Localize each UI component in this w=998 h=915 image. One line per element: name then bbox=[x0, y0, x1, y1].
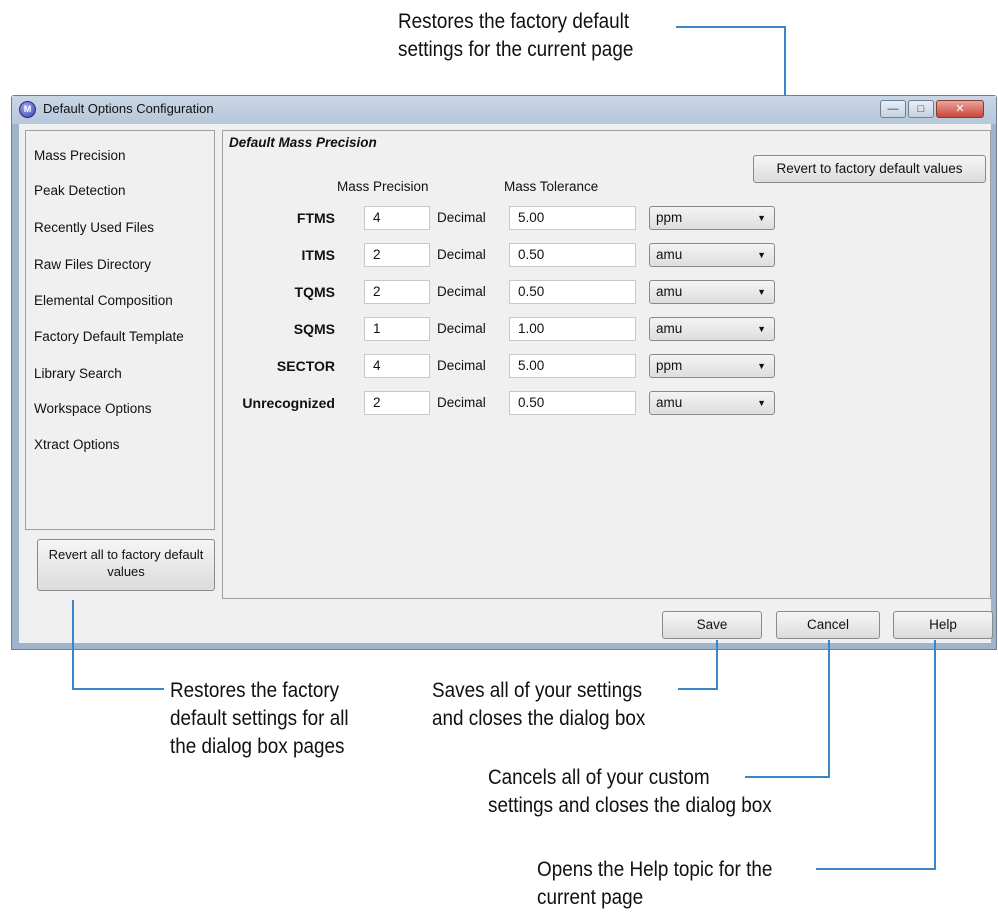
revert-all-button[interactable]: Revert all to factory default values bbox=[37, 539, 215, 591]
sidebar-item-peak-detection[interactable]: Peak Detection bbox=[34, 183, 126, 198]
decimal-label: Decimal bbox=[437, 284, 486, 299]
row-label-sqms: SQMS bbox=[293, 321, 335, 337]
sector-tolerance-input[interactable]: 5.00 bbox=[509, 354, 636, 378]
decimal-label: Decimal bbox=[437, 247, 486, 262]
mass-tolerance-header: Mass Tolerance bbox=[504, 179, 599, 194]
decimal-label: Decimal bbox=[437, 395, 486, 410]
sidebar-item-recently-used-files[interactable]: Recently Used Files bbox=[34, 220, 154, 235]
unrecognized-unit-select[interactable]: amu ▼ bbox=[649, 391, 775, 415]
minimize-icon[interactable]: — bbox=[880, 100, 906, 118]
callout-help: Opens the Help topic for the current pag… bbox=[537, 858, 773, 909]
row-label-ftms: FTMS bbox=[296, 210, 335, 226]
itms-unit-value: amu bbox=[656, 247, 683, 262]
chevron-down-icon: ▼ bbox=[757, 398, 766, 408]
unrecognized-unit-value: amu bbox=[656, 395, 683, 410]
save-button[interactable]: Save bbox=[662, 611, 762, 639]
callout-line bbox=[716, 640, 718, 690]
tqms-unit-select[interactable]: amu ▼ bbox=[649, 280, 775, 304]
panel-title: Default Mass Precision bbox=[229, 135, 377, 150]
callout-line bbox=[745, 776, 830, 778]
callout-revert-all: Restores the factory default settings fo… bbox=[170, 679, 349, 758]
sqms-precision-input[interactable]: 1 bbox=[364, 317, 430, 341]
sqms-tolerance-input[interactable]: 1.00 bbox=[509, 317, 636, 341]
tqms-precision-input[interactable]: 2 bbox=[364, 280, 430, 304]
sqms-unit-value: amu bbox=[656, 321, 683, 336]
sidebar-item-factory-default-template[interactable]: Factory Default Template bbox=[34, 329, 184, 344]
ftms-precision-input[interactable]: 4 bbox=[364, 206, 430, 230]
dialog-window: M Default Options Configuration — □ ✕ Ma… bbox=[11, 95, 997, 650]
chevron-down-icon: ▼ bbox=[757, 250, 766, 260]
options-page-list: Mass Precision Peak Detection Recently U… bbox=[25, 130, 215, 530]
unrecognized-tolerance-input[interactable]: 0.50 bbox=[509, 391, 636, 415]
callout-save: Saves all of your settings and closes th… bbox=[432, 679, 646, 730]
dialog-client: Mass Precision Peak Detection Recently U… bbox=[19, 124, 993, 643]
tqms-tolerance-input[interactable]: 0.50 bbox=[509, 280, 636, 304]
sector-unit-value: ppm bbox=[656, 358, 683, 373]
help-button[interactable]: Help bbox=[893, 611, 993, 639]
cancel-button[interactable]: Cancel bbox=[776, 611, 880, 639]
decimal-label: Decimal bbox=[437, 321, 486, 336]
callout-line bbox=[934, 640, 936, 870]
maximize-icon[interactable]: □ bbox=[908, 100, 934, 118]
chevron-down-icon: ▼ bbox=[757, 287, 766, 297]
title-bar[interactable]: M Default Options Configuration — □ ✕ bbox=[12, 96, 996, 124]
sector-unit-select[interactable]: ppm ▼ bbox=[649, 354, 775, 378]
row-label-tqms: TQMS bbox=[294, 284, 335, 300]
itms-precision-input[interactable]: 2 bbox=[364, 243, 430, 267]
sector-precision-input[interactable]: 4 bbox=[364, 354, 430, 378]
sidebar-item-workspace-options[interactable]: Workspace Options bbox=[34, 401, 152, 416]
chevron-down-icon: ▼ bbox=[757, 324, 766, 334]
row-label-unrecognized: Unrecognized bbox=[242, 395, 335, 411]
tqms-unit-value: amu bbox=[656, 284, 683, 299]
callout-line bbox=[816, 868, 936, 870]
sidebar-item-mass-precision[interactable]: Mass Precision bbox=[34, 148, 126, 163]
ftms-unit-value: ppm bbox=[656, 210, 683, 225]
mass-precision-header: Mass Precision bbox=[337, 179, 429, 194]
ftms-tolerance-input[interactable]: 5.00 bbox=[509, 206, 636, 230]
itms-unit-select[interactable]: amu ▼ bbox=[649, 243, 775, 267]
sidebar-item-elemental-composition[interactable]: Elemental Composition bbox=[34, 293, 173, 308]
mass-precision-panel: Default Mass Precision Revert to factory… bbox=[222, 130, 991, 599]
callout-line bbox=[72, 600, 74, 690]
sidebar-item-raw-files-directory[interactable]: Raw Files Directory bbox=[34, 257, 151, 272]
callout-revert-page: Restores the factory default settings fo… bbox=[398, 10, 634, 61]
sidebar-item-library-search[interactable]: Library Search bbox=[34, 366, 122, 381]
callout-line bbox=[72, 688, 164, 690]
unrecognized-precision-input[interactable]: 2 bbox=[364, 391, 430, 415]
app-logo-icon: M bbox=[19, 101, 36, 118]
callout-cancel: Cancels all of your custom settings and … bbox=[488, 766, 772, 817]
revert-page-button[interactable]: Revert to factory default values bbox=[753, 155, 986, 183]
callout-line bbox=[678, 688, 718, 690]
decimal-label: Decimal bbox=[437, 210, 486, 225]
chevron-down-icon: ▼ bbox=[757, 213, 766, 223]
sqms-unit-select[interactable]: amu ▼ bbox=[649, 317, 775, 341]
row-label-itms: ITMS bbox=[301, 247, 335, 263]
ftms-unit-select[interactable]: ppm ▼ bbox=[649, 206, 775, 230]
decimal-label: Decimal bbox=[437, 358, 486, 373]
window-title: Default Options Configuration bbox=[43, 101, 214, 116]
chevron-down-icon: ▼ bbox=[757, 361, 766, 371]
close-icon[interactable]: ✕ bbox=[936, 100, 984, 118]
sidebar-item-xtract-options[interactable]: Xtract Options bbox=[34, 437, 120, 452]
row-label-sector: SECTOR bbox=[276, 358, 335, 374]
callout-line bbox=[676, 26, 786, 28]
itms-tolerance-input[interactable]: 0.50 bbox=[509, 243, 636, 267]
callout-line bbox=[828, 640, 830, 778]
